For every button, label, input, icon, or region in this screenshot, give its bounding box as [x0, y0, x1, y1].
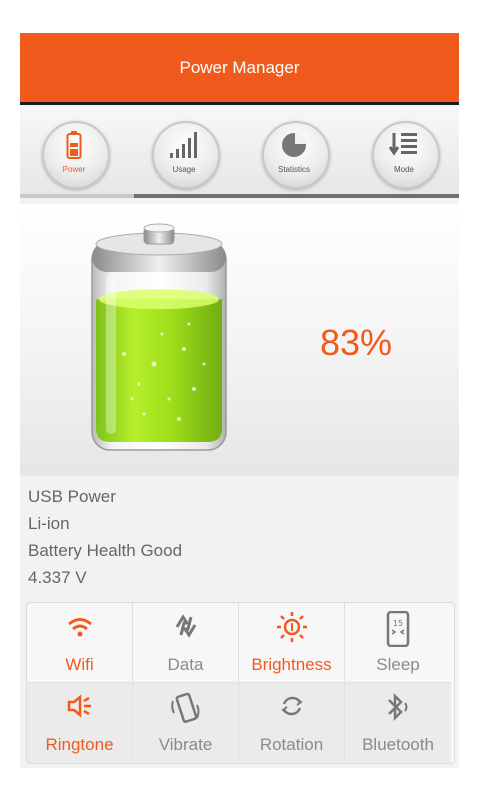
list-icon — [370, 131, 438, 164]
tab-label: Power — [62, 165, 86, 174]
tab-indicator-track — [134, 194, 459, 198]
battery-percent: 83% — [320, 322, 393, 363]
battery-icon — [40, 131, 108, 164]
tab-power[interactable]: Power — [40, 119, 112, 191]
toggle-label: Ringtone — [45, 735, 114, 754]
tab-label: Usage — [172, 165, 196, 174]
toggle-sleep[interactable]: 15 Sleep — [345, 603, 451, 683]
page-title: Power Manager — [179, 57, 300, 77]
app-window: Power Manager Power Usage Statistics Mod… — [20, 33, 459, 768]
toggle-label: Sleep — [376, 655, 420, 674]
toggle-data[interactable]: Data — [133, 603, 239, 683]
title-bar: Power Manager — [20, 33, 459, 105]
svg-text:15: 15 — [393, 619, 403, 628]
toggle-bluetooth[interactable]: Bluetooth — [345, 683, 451, 763]
tab-mode[interactable]: Mode — [370, 119, 442, 191]
battery-type: Li-ion — [28, 514, 70, 533]
tab-usage[interactable]: Usage — [150, 119, 222, 191]
quick-toggles: Wifi Data Brightness 15 Sleep Ringtone V… — [26, 602, 455, 764]
toggle-ringtone[interactable]: Ringtone — [27, 683, 133, 763]
tab-label: Mode — [393, 165, 414, 174]
bluetooth-icon — [345, 691, 451, 728]
battery-info: USB Power Li-ion Battery Health Good 4.3… — [28, 483, 182, 591]
battery-graphic — [91, 223, 227, 451]
bar-chart-icon — [150, 131, 218, 164]
battery-health: Battery Health Good — [28, 541, 183, 560]
toggle-label: Rotation — [259, 735, 324, 754]
speaker-icon — [27, 691, 132, 726]
toggle-brightness[interactable]: Brightness — [239, 603, 345, 683]
toggle-label: Wifi — [65, 655, 94, 674]
tab-indicator — [20, 194, 459, 198]
toggle-label: Bluetooth — [362, 735, 434, 754]
toggle-label: Vibrate — [158, 735, 213, 754]
battery-panel: 83% — [20, 204, 459, 476]
vibrate-icon — [133, 691, 238, 732]
sleep-icon: 15 — [345, 610, 451, 652]
tab-statistics[interactable]: Statistics — [260, 119, 332, 191]
brightness-icon — [239, 611, 344, 648]
power-source: USB Power — [28, 487, 116, 506]
toggle-vibrate[interactable]: Vibrate — [133, 683, 239, 763]
toggle-wifi[interactable]: Wifi — [27, 603, 133, 683]
tab-label: Statistics — [277, 165, 310, 174]
tab-bar: Power Usage Statistics Mode — [20, 108, 459, 198]
wifi-icon — [27, 611, 132, 646]
battery-voltage: 4.337 V — [28, 568, 87, 587]
rotation-icon — [239, 691, 344, 726]
pie-chart-icon — [260, 131, 328, 164]
toggle-rotation[interactable]: Rotation — [239, 683, 345, 763]
toggle-label: Brightness — [251, 655, 332, 674]
data-sync-icon — [133, 611, 238, 646]
toggle-label: Data — [167, 655, 204, 674]
